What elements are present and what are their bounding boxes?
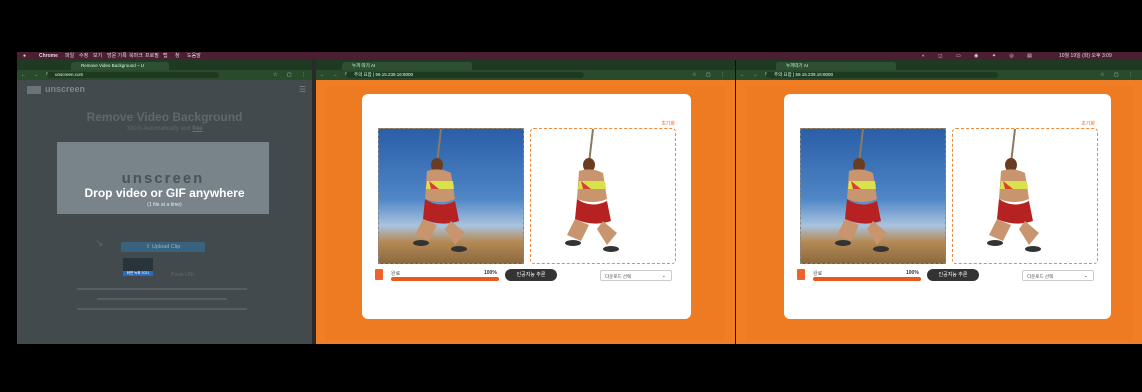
progress-bar: [391, 277, 499, 281]
progress-percent: 100%: [484, 270, 497, 276]
tab-unscreen[interactable]: Remove Video Background – U: [71, 62, 169, 70]
remover-card: 초기화 완료 100% 인공지능 추론 다운로드 선택 ⌄: [784, 94, 1111, 319]
climber-cutout-figure: [565, 129, 619, 252]
app-menu[interactable]: Chrome: [39, 52, 58, 60]
link-icon: ↘: [95, 238, 104, 249]
climber-figure: [413, 129, 467, 252]
reset-link[interactable]: 초기화: [661, 120, 675, 127]
menu-help[interactable]: 도움말: [187, 52, 201, 60]
page-subheading: 100% Automatically and free: [17, 126, 312, 132]
url-field[interactable]: unscreen.com: [47, 72, 220, 78]
status-icons[interactable]: ◐ ◻ ▭ ◉ ✦ ◎ ▤: [922, 52, 1038, 60]
browser-window-unscreen: Remove Video Background – U ← → ↻ unscre…: [17, 60, 316, 344]
tab-ai[interactable]: 누끼 따기 AI: [342, 62, 472, 70]
drop-title: Drop video or GIF anywhere: [84, 186, 245, 200]
progress-fill: [813, 277, 921, 281]
upload-clip-button[interactable]: ⇧ Upload Clip: [121, 242, 205, 252]
logo-text: unscreen: [45, 84, 86, 94]
chevron-down-icon: ⌄: [1083, 273, 1088, 279]
original-image: [378, 128, 524, 264]
browser-window-ai-2: 누끼따기 AI ← → ↻ 주의 요함 | 59.15.239.16:8000 …: [735, 60, 1142, 344]
select-value: 다운로드 선택: [605, 274, 632, 279]
url-field[interactable]: 주의 요함 | 59.15.239.16:8000: [346, 72, 585, 78]
divider-line: [97, 298, 227, 300]
menu-history[interactable]: 방문 기록: [107, 52, 127, 60]
address-bar: ← → ↻ unscreen.com ☆ ▢ ⋮: [17, 70, 316, 80]
drop-subtitle: (1 file at a time): [147, 202, 182, 208]
browser-window-ai-1: 누끼 따기 AI ← → ↻ 주의 요함 | 59.15.239.16:8000…: [316, 60, 735, 344]
menu-edit[interactable]: 수정: [79, 52, 88, 60]
reset-link[interactable]: 초기화: [1081, 120, 1095, 127]
ai-page: 초기화 완료 100% 인공지능 추론 다운로드 선택 ⌄: [736, 80, 1142, 344]
menu-bookmarks[interactable]: 북마크: [129, 52, 143, 60]
divider-line: [77, 308, 247, 310]
play-icon: [27, 85, 41, 94]
file-icon: [375, 269, 383, 280]
file-icon: [797, 269, 805, 280]
original-image: [800, 128, 946, 264]
download-select[interactable]: 다운로드 선택 ⌄: [600, 270, 672, 281]
tab-bar: 누끼따기 AI: [736, 60, 1142, 76]
tab-bar: 누끼 따기 AI: [316, 60, 735, 76]
divider-line: [77, 288, 247, 290]
climber-cutout-figure: [987, 129, 1041, 252]
menu-view[interactable]: 보기: [93, 52, 102, 60]
tab-bar: Remove Video Background – U: [17, 60, 316, 76]
menubar-clock: 10월 19일 (화) 오후 3:09: [1059, 53, 1112, 59]
tab-ai[interactable]: 누끼따기 AI: [776, 62, 896, 70]
result-image: [952, 128, 1098, 264]
page-heading: Remove Video Background: [86, 110, 243, 124]
menu-tab[interactable]: 탭: [163, 52, 168, 60]
url-field[interactable]: 주의 요함 | 59.15.239.16:8000: [766, 72, 998, 78]
progress-percent: 100%: [906, 270, 919, 276]
upload-label: Upload Clip: [151, 244, 181, 250]
menu-file[interactable]: 파일: [65, 52, 74, 60]
thumbnail-label: 화면 녹화 2021: [123, 271, 153, 276]
menu-profile[interactable]: 프로필: [145, 52, 159, 60]
apple-icon[interactable]: ●: [23, 52, 26, 60]
toolbar-icons[interactable]: ☆ ▢ ⋮: [692, 72, 729, 78]
menu-icon[interactable]: ☰: [299, 85, 306, 94]
select-value: 다운로드 선택: [1027, 274, 1054, 279]
toolbar-icons[interactable]: ☆ ▢ ⋮: [273, 72, 310, 78]
climber-figure: [835, 129, 889, 252]
progress-bar: [813, 277, 921, 281]
address-bar: ← → ↻ 주의 요함 | 59.15.239.16:8000 ☆ ▢ ⋮: [736, 70, 1142, 80]
address-bar: ← → ↻ 주의 요함 | 59.15.239.16:8000 ☆ ▢ ⋮: [316, 70, 735, 80]
paste-url-link[interactable]: Paste URL: [171, 272, 195, 278]
menu-window[interactable]: 창: [175, 52, 180, 60]
ai-inference-button[interactable]: 인공지능 추론: [505, 269, 557, 281]
unscreen-page: unscreen ☰ Remove Video Background 100% …: [17, 80, 316, 344]
status-label: 완료: [391, 271, 401, 277]
free-link[interactable]: free: [192, 126, 202, 132]
drop-logo: unscreen: [121, 170, 205, 187]
progress-fill: [391, 277, 499, 281]
result-image: [530, 128, 676, 264]
menu-bar: ● Chrome 파일 수정 보기 방문 기록 북마크 프로필 탭 창 도움말 …: [17, 52, 1142, 60]
status-label: 완료: [813, 271, 823, 277]
unscreen-logo[interactable]: unscreen: [27, 84, 85, 94]
download-select[interactable]: 다운로드 선택 ⌄: [1022, 270, 1094, 281]
dragged-file-thumbnail[interactable]: 화면 녹화 2021: [123, 258, 153, 276]
ai-inference-button[interactable]: 인공지능 추론: [927, 269, 979, 281]
ai-page: 초기화 완료 100% 인공지능 추론 다운로드 선택 ⌄: [316, 80, 735, 344]
subheading-text: 100% Automatically and: [126, 126, 191, 132]
desktop-screen: ● Chrome 파일 수정 보기 방문 기록 북마크 프로필 탭 창 도움말 …: [17, 52, 1142, 344]
chevron-down-icon: ⌄: [661, 273, 666, 279]
remover-card: 초기화 완료 100% 인공지능 추론 다운로드 선택 ⌄: [362, 94, 691, 319]
toolbar-icons[interactable]: ☆ ▢ ⋮: [1100, 72, 1137, 78]
